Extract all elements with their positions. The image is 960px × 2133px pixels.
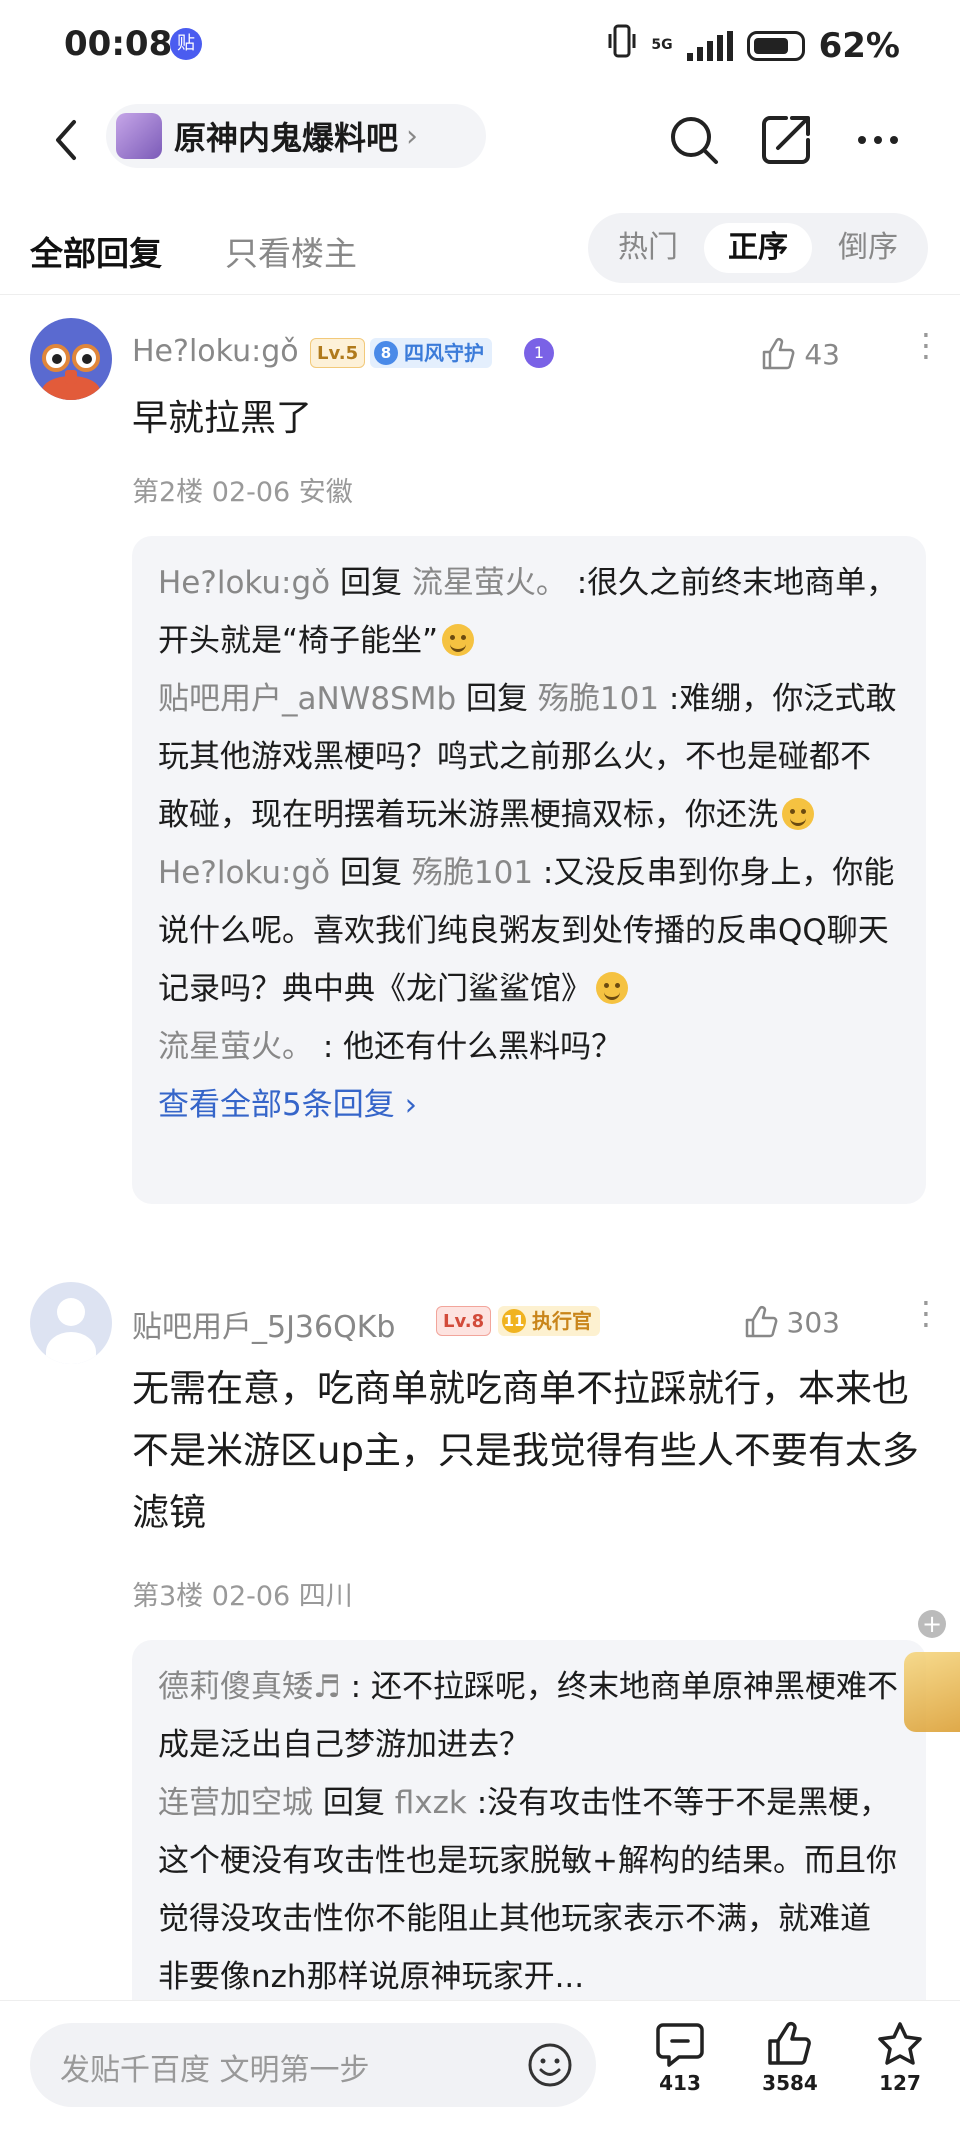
fan-badge: 11 执行官: [498, 1306, 600, 1336]
sort-ascending[interactable]: 正序: [704, 223, 812, 273]
reply-compose-input[interactable]: 发贴千百度 文明第一步: [30, 2023, 596, 2107]
avatar[interactable]: [30, 1282, 112, 1364]
username[interactable]: 贴吧用戶_5J36QKb: [132, 1302, 395, 1346]
share-icon[interactable]: [756, 110, 816, 170]
floating-activity-widget[interactable]: +: [900, 1610, 960, 1740]
comments-button[interactable]: 413: [640, 2021, 720, 2095]
signal-icon: [686, 30, 733, 61]
vibrate-icon: [607, 24, 637, 67]
comment-icon: [656, 2023, 704, 2067]
sub-replies: He?loku:gǒ 回复 流星萤火。 :很久之前终末地商单，开头就是“椅子能坐…: [132, 536, 926, 1204]
post-floor-2: He?loku:gǒ Lv.5 8 四风守护 1 43 ⋮ 早就拉黑了 第2楼 …: [0, 300, 960, 1230]
back-icon[interactable]: [38, 110, 98, 170]
battery-percent: 62%: [818, 25, 900, 66]
honor-badge-icon: 1: [524, 338, 554, 368]
tieba-notification-icon: 贴: [170, 28, 202, 60]
like-button[interactable]: 43: [760, 336, 840, 372]
favorite-count: 127: [879, 2071, 921, 2095]
fan-badge-level: 8: [374, 341, 398, 365]
reply-word: 回复: [466, 681, 529, 717]
like-button[interactable]: 303: [743, 1304, 840, 1340]
avatar[interactable]: [30, 318, 112, 400]
star-icon: [878, 2022, 922, 2065]
laugh-face-icon: [782, 798, 814, 830]
reply-word: 回复: [340, 565, 403, 601]
activity-badge-image[interactable]: [904, 1652, 960, 1732]
sub-reply[interactable]: 贴吧用户_aNW8SMb 回复 殇脆101 :难绷，你泛式敢玩其他游戏黑梗吗？鸣…: [158, 670, 900, 844]
reply-text: : 他还有什么黑料吗？: [322, 1029, 623, 1065]
post-content: 早就拉黑了: [132, 398, 313, 439]
reply-author[interactable]: He?loku:gǒ: [158, 855, 330, 891]
status-time: 00:08: [64, 24, 173, 64]
reply-author[interactable]: 德莉傻真矮♬: [158, 1669, 341, 1705]
post-floor-3: 贴吧用戶_5J36QKb Lv.8 11 执行官 303 ⋮ 无需在意，吃商单就…: [0, 1262, 960, 2002]
thumbs-up-icon: [745, 1306, 777, 1338]
sweat-face-icon: [442, 624, 475, 656]
forum-name: 原神内鬼爆料吧: [174, 119, 399, 157]
post-meta: 第2楼 02-06 安徽: [132, 477, 353, 508]
forum-link[interactable]: 原神内鬼爆料吧 ›: [106, 104, 486, 168]
reply-target[interactable]: 殇脆101: [538, 681, 659, 717]
level-badge: Lv.5: [310, 338, 366, 368]
like-count: 43: [804, 337, 840, 371]
level-badge: Lv.8: [436, 1306, 492, 1336]
reply-author[interactable]: 贴吧用户_aNW8SMb: [158, 681, 456, 717]
thumbs-up-icon: [768, 2021, 811, 2065]
reply-author[interactable]: He?loku:gǒ: [158, 565, 330, 601]
status-indicators: 5G 62%: [607, 24, 900, 67]
comment-count: 413: [659, 2071, 701, 2095]
thumbs-up-icon: [763, 338, 795, 370]
battery-icon: [746, 30, 805, 61]
sub-replies: 德莉傻真矮♬ : 还不拉踩呢，终末地商单原神黑梗难不成是泛出自己梦游加进去？ 连…: [132, 1640, 926, 2002]
tab-host-only[interactable]: 只看楼主: [225, 227, 357, 275]
grin-sweat-face-icon: [596, 972, 628, 1004]
reply-word: 回复: [340, 855, 403, 891]
reply-target[interactable]: flxzk: [395, 1785, 467, 1821]
sub-reply[interactable]: 流星萤火。 : 他还有什么黑料吗？: [158, 1018, 900, 1076]
post-like-count: 3584: [762, 2071, 818, 2095]
username[interactable]: He?loku:gǒ: [132, 334, 299, 369]
post-content: 无需在意，吃商单就吃商单不拉踩就行，本来也不是米游区up主，只是我觉得有些人不要…: [132, 1367, 919, 1534]
favorite-button[interactable]: 127: [860, 2021, 940, 2095]
chevron-right-icon: ›: [406, 118, 419, 154]
reply-author[interactable]: 连营加空城: [158, 1785, 313, 1821]
sort-toggle: 热门 正序 倒序: [588, 213, 928, 283]
network-type: 5G: [651, 37, 673, 53]
plus-icon[interactable]: +: [918, 1610, 946, 1638]
more-vertical-icon[interactable]: ⋮: [910, 329, 942, 361]
tab-all-replies[interactable]: 全部回复: [30, 227, 162, 275]
reply-filter-bar: 全部回复 只看楼主 热门 正序 倒序: [0, 205, 960, 295]
sub-reply[interactable]: 德莉傻真矮♬ : 还不拉踩呢，终末地商单原神黑梗难不成是泛出自己梦游加进去？: [158, 1658, 900, 1774]
sub-reply[interactable]: He?loku:gǒ 回复 流星萤火。 :很久之前终末地商单，开头就是“椅子能坐…: [158, 554, 900, 670]
like-post-button[interactable]: 3584: [750, 2021, 830, 2095]
sort-descending[interactable]: 倒序: [818, 223, 918, 273]
reply-author[interactable]: 流星萤火。: [158, 1029, 313, 1065]
sort-hot[interactable]: 热门: [598, 223, 698, 273]
view-all-replies-link[interactable]: 查看全部5条回复 ›: [158, 1076, 900, 1134]
reply-target[interactable]: 殇脆101: [412, 855, 533, 891]
status-bar: 00:08 贴 5G 62%: [0, 0, 960, 92]
forum-avatar: [116, 113, 162, 159]
fan-badge-level: 11: [502, 1309, 526, 1333]
more-vertical-icon[interactable]: ⋮: [910, 1297, 942, 1329]
reply-word: 回复: [322, 1785, 385, 1821]
sub-reply[interactable]: He?loku:gǒ 回复 殇脆101 :又没反串到你身上，你能说什么呢。喜欢我…: [158, 844, 900, 1018]
compose-placeholder: 发贴千百度 文明第一步: [60, 2053, 370, 2088]
fan-badge: 8 四风守护: [370, 338, 492, 368]
bottom-action-bar: 发贴千百度 文明第一步 413 3584 127: [0, 2000, 960, 2133]
more-icon[interactable]: [848, 110, 908, 170]
emoji-icon[interactable]: [526, 2041, 574, 2089]
fan-badge-title: 四风守护: [404, 341, 484, 365]
reply-target[interactable]: 流星萤火。: [412, 565, 567, 601]
search-icon[interactable]: [664, 110, 724, 170]
fan-badge-title: 执行官: [532, 1309, 592, 1333]
post-meta: 第3楼 02-06 四川: [132, 1581, 353, 1612]
nav-bar: 原神内鬼爆料吧 ›: [0, 92, 960, 192]
sub-reply[interactable]: 连营加空城 回复 flxzk :没有攻击性不等于不是黑梗，这个梗没有攻击性也是玩…: [158, 1774, 900, 2002]
like-count: 303: [786, 1305, 840, 1339]
